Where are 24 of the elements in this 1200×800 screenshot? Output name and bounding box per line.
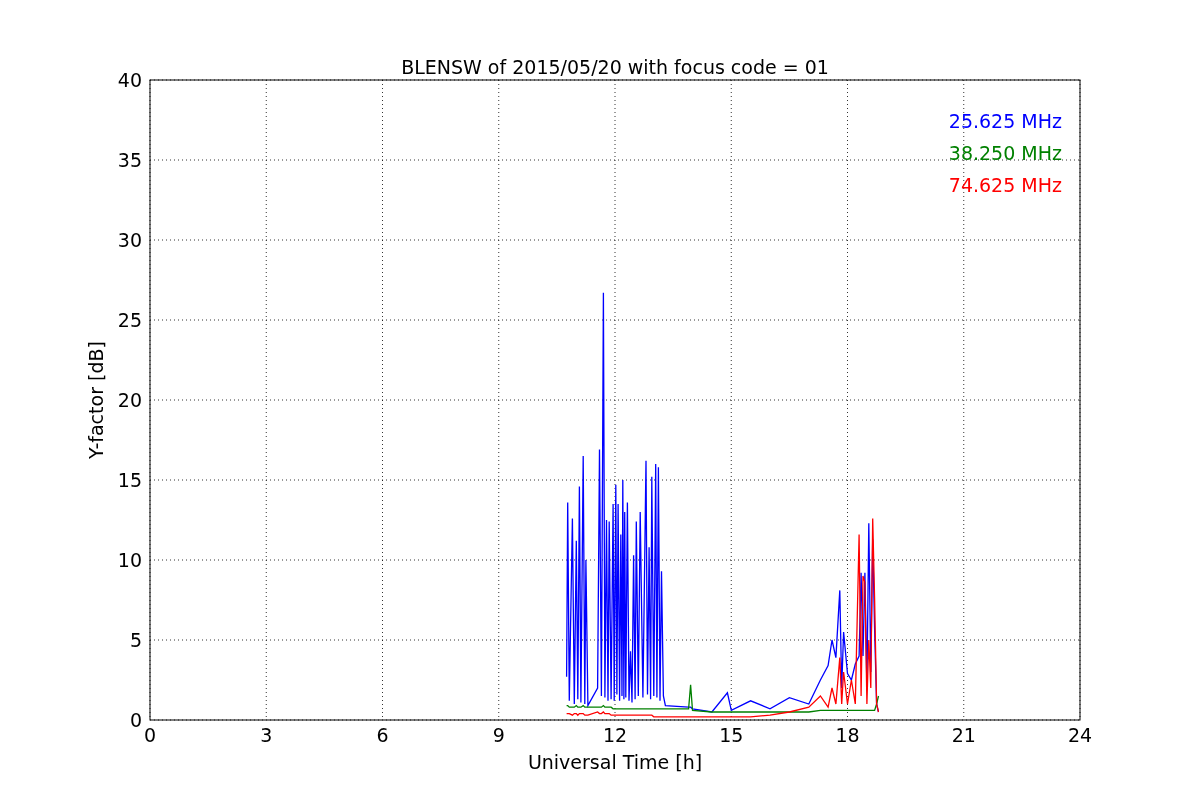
tick-label: 9 xyxy=(492,724,505,746)
tick-label: 0 xyxy=(143,724,157,746)
legend-label: 25.625 MHz xyxy=(948,110,1062,132)
tick-label: 24 xyxy=(1067,724,1093,746)
tick-label: 12 xyxy=(602,724,628,746)
tick-label: 40 xyxy=(117,69,142,91)
axis-title: Universal Time [h] xyxy=(527,751,703,773)
tick-label: 35 xyxy=(117,149,142,171)
tick-label: 15 xyxy=(117,469,142,491)
legend-label: 74.625 MHz xyxy=(948,174,1062,196)
tick-label: 5 xyxy=(129,629,142,651)
tick-label: 0 xyxy=(129,709,142,731)
tick-label: 3 xyxy=(260,724,273,746)
chart-title: BLENSW of 2015/05/20 with focus code = 01 xyxy=(401,56,829,78)
tick-label: 18 xyxy=(835,724,860,746)
tick-label: 6 xyxy=(376,724,389,746)
tick-label: 25 xyxy=(117,309,142,331)
tick-label: 30 xyxy=(117,229,142,251)
axis-title: Y-factor [dB] xyxy=(85,341,107,459)
tick-label: 20 xyxy=(117,389,142,411)
tick-label: 15 xyxy=(719,724,744,746)
tick-label: 21 xyxy=(951,724,976,746)
tick-label: 10 xyxy=(117,549,142,571)
legend-label: 38.250 MHz xyxy=(948,142,1062,164)
